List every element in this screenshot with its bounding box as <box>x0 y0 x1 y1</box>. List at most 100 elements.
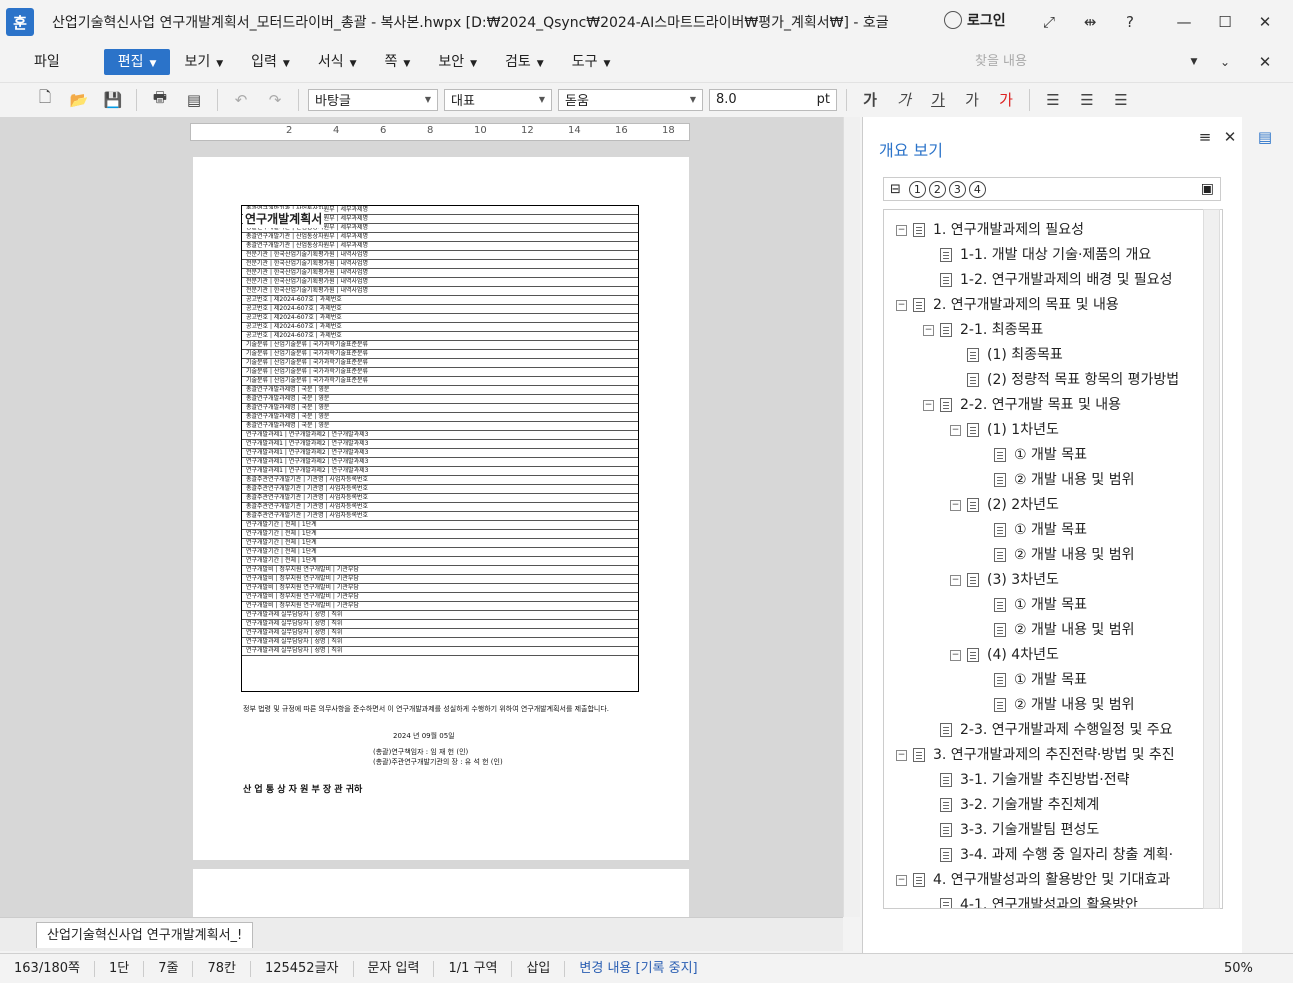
bold-icon[interactable]: 가 <box>859 89 881 111</box>
outline-item[interactable]: − 3. 연구개발과제의 추진전략·방법 및 추진 <box>896 743 1175 767</box>
redo-icon[interactable]: ↷ <box>264 89 286 111</box>
save-icon[interactable]: 💾 <box>102 89 124 111</box>
expand-toggle-icon[interactable]: − <box>950 424 961 436</box>
status-input-mode[interactable]: 문자 입력 <box>354 960 435 977</box>
expand-toggle-icon[interactable]: − <box>896 874 907 886</box>
help-icon[interactable]: ? <box>1118 10 1142 34</box>
document-page-next[interactable] <box>193 869 689 917</box>
font-select[interactable]: 돋움 ▼ <box>558 88 703 111</box>
outline-item[interactable]: − (3) 3차년도 <box>950 568 1059 592</box>
style-select[interactable]: 바탕글 ▼ <box>308 88 438 111</box>
outline-item[interactable]: 3-1. 기술개발 추진방법·전략 <box>923 768 1129 792</box>
outline-item[interactable]: ① 개발 목표 <box>977 668 1087 692</box>
zoom-level[interactable]: 50% <box>1224 961 1253 976</box>
menu-item-5[interactable]: 쪽 ▼ <box>371 49 425 75</box>
menu-item-4[interactable]: 서식 ▼ <box>304 49 371 75</box>
collapse-all-icon[interactable]: ⊟ <box>890 182 901 197</box>
expand-toggle-icon[interactable]: − <box>950 649 961 661</box>
outline-item[interactable]: 1-2. 연구개발과제의 배경 및 필요성 <box>923 268 1173 292</box>
outline-item[interactable]: − 1. 연구개발과제의 필요성 <box>896 218 1084 242</box>
document-scrollbar[interactable] <box>843 117 860 917</box>
status-track-changes[interactable]: 변경 내용 [기록 중지] <box>565 961 711 977</box>
outline-item[interactable]: ① 개발 목표 <box>977 593 1087 617</box>
panel-menu-icon[interactable]: ≡ <box>1193 125 1217 149</box>
outline-item[interactable]: 3-2. 기술개발 추진체계 <box>923 793 1099 817</box>
close-button[interactable]: ✕ <box>1253 10 1277 34</box>
expand-toggle-icon[interactable]: − <box>950 499 961 511</box>
outline-item[interactable]: ② 개발 내용 및 범위 <box>977 468 1135 492</box>
font-size-input[interactable]: 8.0 pt <box>709 88 837 111</box>
expand-toggle-icon[interactable]: − <box>923 324 934 336</box>
menu-item-3[interactable]: 입력 ▼ <box>237 49 304 75</box>
hangul-app-icon[interactable]: 훈 <box>6 8 34 36</box>
document-tab[interactable]: 산업기술혁신사업 연구개발계획서_! <box>36 921 254 948</box>
outline-item[interactable]: (1) 최종목표 <box>950 343 1063 367</box>
table-row: 총괄주관연구개발기관 | 기관명 | 사업자등록번호 <box>242 503 638 512</box>
outline-view-icon[interactable]: ▤ <box>1253 125 1277 149</box>
outline-level-1[interactable]: 1 <box>908 180 926 198</box>
minimize-button[interactable]: — <box>1172 10 1196 34</box>
login-button[interactable]: 로그인 <box>944 10 1006 30</box>
outline-item[interactable]: − (1) 1차년도 <box>950 418 1059 442</box>
expand-toggle-icon[interactable]: − <box>896 224 907 236</box>
menu-item-0[interactable]: 파일 <box>20 49 74 75</box>
outline-item[interactable]: 3-3. 기술개발팀 편성도 <box>923 818 1099 842</box>
italic-icon[interactable]: 가 <box>893 89 915 111</box>
outline-item[interactable]: ② 개발 내용 및 범위 <box>977 543 1135 567</box>
horizontal-ruler[interactable]: 2 4 6 8 10 12 14 16 18 <box>190 123 690 141</box>
outline-level-2[interactable]: 2 <box>928 180 946 198</box>
ribbon-close-icon[interactable]: ✕ <box>1253 50 1277 74</box>
outline-item[interactable]: ① 개발 목표 <box>977 518 1087 542</box>
outline-item[interactable]: 1-1. 개발 대상 기술·제품의 개요 <box>923 243 1151 267</box>
ribbon-collapse-icon[interactable]: ⌄ <box>1213 50 1237 74</box>
new-document-icon[interactable]: 🗋 <box>34 88 56 111</box>
outline-item[interactable]: ② 개발 내용 및 범위 <box>977 693 1135 717</box>
outline-level-3[interactable]: 3 <box>948 180 966 198</box>
menu-item-2[interactable]: 보기 ▼ <box>170 49 237 75</box>
outline-item[interactable]: ② 개발 내용 및 범위 <box>977 618 1135 642</box>
table-row: 연구개발기간 | 전체 | 1단계 <box>242 521 638 530</box>
expand-toggle-icon[interactable]: − <box>896 299 907 311</box>
panel-close-icon[interactable]: ✕ <box>1218 125 1242 149</box>
underline-icon[interactable]: 가 <box>927 89 949 111</box>
menu-item-6[interactable]: 보안 ▼ <box>424 49 491 75</box>
outline-item[interactable]: 2-3. 연구개발과제 수행일정 및 주요 <box>923 718 1173 742</box>
font-color-icon[interactable]: 가 <box>995 89 1017 111</box>
outline-level-4[interactable]: 4 <box>968 180 986 198</box>
align-center-icon[interactable]: ☰ <box>1110 89 1132 111</box>
print-icon[interactable]: 🖶 <box>149 88 171 111</box>
expand-toggle-icon[interactable]: − <box>950 574 961 586</box>
outline-item[interactable]: ① 개발 목표 <box>977 443 1087 467</box>
align-left-icon[interactable]: ☰ <box>1076 89 1098 111</box>
menu-item-7[interactable]: 검토 ▼ <box>491 49 558 75</box>
outline-item[interactable]: − (2) 2차년도 <box>950 493 1059 517</box>
menu-item-1[interactable]: 편집 ▼ <box>103 49 171 75</box>
menu-item-8[interactable]: 도구 ▼ <box>558 49 625 75</box>
expand-toggle-icon[interactable]: − <box>923 399 934 411</box>
align-justify-icon[interactable]: ☰ <box>1042 89 1064 111</box>
expand-toggle-icon[interactable]: − <box>896 749 907 761</box>
search-dropdown-icon[interactable]: ▼ <box>1182 50 1206 74</box>
outline-item[interactable]: (2) 정량적 목표 항목의 평가방법 <box>950 368 1179 392</box>
preview-icon[interactable]: ▤ <box>183 89 205 111</box>
document-canvas[interactable]: 2 4 6 8 10 12 14 16 18 총괄연구개발기관 | 산업통상자원부 | 세부과제… <box>0 117 843 917</box>
outline-item[interactable]: − 2-2. 연구개발 목표 및 내용 <box>923 393 1121 417</box>
outline-item[interactable]: − 2-1. 최종목표 <box>923 318 1043 342</box>
strikethrough-icon[interactable]: 가 <box>961 89 983 111</box>
outline-item[interactable]: − 4. 연구개발성과의 활용방안 및 기대효과 <box>896 868 1170 892</box>
fullscreen-icon[interactable]: ⤢ <box>1037 10 1061 34</box>
open-folder-icon[interactable]: 📂 <box>68 89 90 111</box>
outline-item[interactable]: − 2. 연구개발과제의 목표 및 내용 <box>896 293 1119 317</box>
search-input[interactable]: 찾을 내용 <box>975 50 1205 72</box>
status-insert-mode[interactable]: 삽입 <box>512 960 566 977</box>
undo-icon[interactable]: ↶ <box>230 89 252 111</box>
document-page[interactable]: 총괄연구개발기관 | 산업통상자원부 | 세부과제명총괄연구개발기관 | 산업통… <box>193 157 689 860</box>
outline-item[interactable]: − (4) 4차년도 <box>950 643 1059 667</box>
maximize-button[interactable]: ☐ <box>1213 10 1237 34</box>
split-icon[interactable]: ⇹ <box>1078 10 1102 34</box>
outline-scrollbar[interactable] <box>1203 209 1220 909</box>
outline-save-icon[interactable]: ▣ <box>1201 181 1214 197</box>
outline-item[interactable]: 4-1. 연구개발성과의 활용방안 <box>923 893 1138 908</box>
outline-item[interactable]: 3-4. 과제 수행 중 일자리 창출 계획· <box>923 843 1173 867</box>
language-select[interactable]: 대표 ▼ <box>444 88 552 111</box>
